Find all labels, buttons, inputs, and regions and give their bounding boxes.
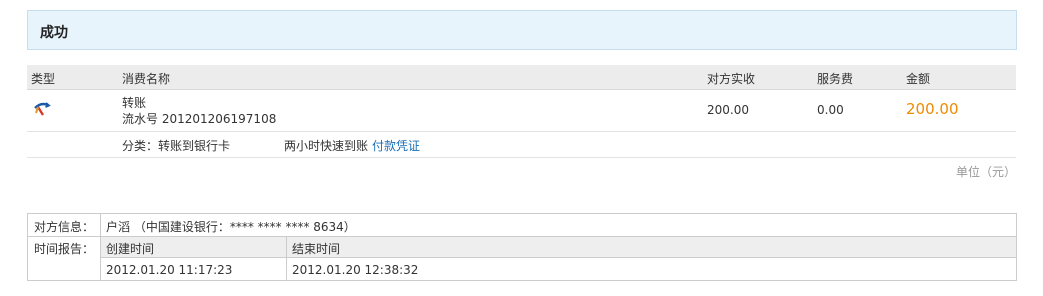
header-name: 消费名称	[122, 72, 171, 86]
row-category: 分类：转账到银行卡	[122, 139, 231, 153]
created-time-header: 创建时间	[106, 242, 155, 256]
header-fee: 服务费	[817, 72, 854, 86]
row-speed: 两小时快速到账	[284, 139, 369, 153]
status-title: 成功	[40, 25, 68, 41]
header-amount: 金额	[906, 72, 931, 86]
voucher-link[interactable]: 付款凭证	[372, 137, 420, 154]
end-time-value: 2012.01.20 12:38:32	[292, 263, 419, 277]
row-amount: 200.00	[906, 100, 959, 118]
row-name: 转账	[122, 96, 147, 110]
row-fee: 0.00	[817, 103, 844, 117]
header-type: 类型	[31, 72, 56, 86]
info-panel: 对方信息： 户滔 （中国建设银行：**** **** **** 8634） 时间…	[27, 213, 1017, 281]
unit-label: 单位（元）	[955, 165, 1016, 179]
counterpart-label: 对方信息：	[34, 220, 95, 234]
transfer-icon	[33, 102, 51, 118]
table-header: 类型 消费名称 对方实收 服务费 金额	[27, 65, 1016, 90]
time-report-label: 时间报告：	[34, 242, 95, 256]
table-row: 转账 流水号 201201206197108 200.00 0.00 200.0…	[27, 90, 1016, 132]
divider	[902, 157, 1016, 158]
counterpart-value: 户滔 （中国建设银行：**** **** **** 8634）	[106, 220, 356, 234]
created-time-value: 2012.01.20 11:17:23	[106, 263, 233, 277]
header-actual: 对方实收	[707, 72, 756, 86]
row-serial: 流水号 201201206197108	[122, 112, 277, 126]
table-subrow: 分类：转账到银行卡 两小时快速到账 付款凭证	[27, 132, 902, 158]
end-time-header: 结束时间	[292, 242, 341, 256]
status-banner: 成功	[27, 10, 1017, 50]
row-actual: 200.00	[707, 103, 749, 117]
